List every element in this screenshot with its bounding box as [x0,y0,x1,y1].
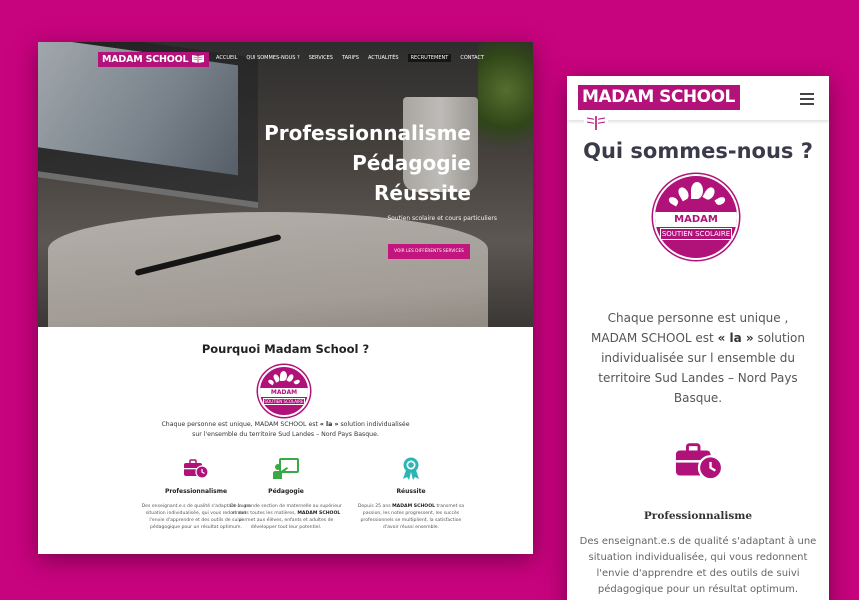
nav-item-actualites[interactable]: ACTUALITÉS [368,55,399,62]
site-logo[interactable]: MADAM SCHOOL [98,52,210,67]
badge-title: MADAM SCHOOL [655,212,737,240]
teacher-board-icon [273,458,299,479]
badge-subtitle: SOUTIEN SCOLAIRE [659,228,733,240]
nav-item-contact[interactable]: CONTACT [460,55,484,62]
site-logo-text: MADAM SCHOOL [102,54,189,65]
nav-item-qui-sommes-nous[interactable]: QUI SOMMES-NOUS ? [246,55,299,62]
badge-title: MADAM SCHOOL [260,388,308,405]
intro-text-bold: « la » [319,421,339,428]
mobile-intro-bold: « la » [717,331,754,345]
briefcase-clock-icon [675,443,724,481]
award-ribbon-icon [403,457,419,480]
section-title: Pourquoi Madam School ? [201,342,370,356]
hero-subtitle: Soutien scolaire et cours particuliers [387,215,497,222]
nav-item-accueil[interactable]: ACCUEIL [216,55,237,62]
feature-description-bold: MADAM SCHOOL [297,511,341,516]
intro-text-part2: solution individualisée [338,421,410,428]
briefcase-clock-icon [184,459,209,479]
hero-line-1: Professionnalisme [264,121,471,145]
feature-description: De la grande section de maternelle au su… [226,503,346,531]
feature-description-part2: permet aux élèves, enfants et adultes de… [238,518,334,530]
feature-reussite: Réussite Depuis 25 ans MADAM SCHOOL tran… [351,457,471,531]
main-nav: ACCUEIL QUI SOMMES-NOUS ? SERVICES TARIF… [216,54,493,62]
mobile-site-logo[interactable]: MADAM SCHOOL [578,85,740,130]
feature-description-bold: MADAM SCHOOL [392,504,436,509]
feature-description-part1: Depuis 25 ans [357,504,393,509]
intro-text-part1: Chaque personne est unique, MADAM SCHOOL… [161,421,320,428]
hamburger-menu-icon[interactable] [800,93,814,108]
nav-item-services[interactable]: SERVICES [309,55,333,62]
book-icon [584,114,608,130]
hero-headline: Professionnalisme Pédagogie Réussite [264,118,471,208]
book-icon [192,55,205,63]
intro-text-line2: sur l'ensemble du territoire Sud Landes … [192,431,379,438]
feature-pedagogie: Pédagogie De la grande section de matern… [226,458,346,531]
mobile-feature-description: Des enseignant.e.s de qualité s'adaptant… [579,536,817,595]
mobile-logo-text: MADAM SCHOOL [582,87,735,107]
badge-subtitle: SOUTIEN SCOLAIRE [262,398,306,405]
hero-line-3: Réussite [374,181,471,205]
madam-school-badge-logo: MADAM SCHOOL SOUTIEN SCOLAIRE [258,365,310,417]
feature-description: Depuis 25 ans MADAM SCHOOL transmet sa p… [351,503,471,531]
intro-text: Chaque personne est unique, MADAM SCHOOL… [38,420,533,440]
nav-item-tarifs[interactable]: TARIFS [342,55,359,62]
desktop-mockup: MADAM SCHOOL ACCUEIL QUI SOMMES-NOUS ? S… [38,42,533,554]
hero-line-2: Pédagogie [352,151,471,175]
hero-banner: MADAM SCHOOL ACCUEIL QUI SOMMES-NOUS ? S… [38,42,533,327]
services-button[interactable]: VOIR LES DIFFÉRENTS SERVICES [388,244,470,259]
mobile-intro-text: Chaque personne est unique , MADAM SCHOO… [587,308,809,408]
feature-title: Réussite [396,488,426,495]
mobile-page-title: Qui sommes-nous ? [583,139,813,163]
feature-title: Pédagogie [268,488,304,495]
madam-school-badge-logo: MADAM SCHOOL SOUTIEN SCOLAIRE [653,174,739,260]
mobile-header: MADAM SCHOOL [567,76,829,130]
mobile-mockup: MADAM SCHOOL Qui sommes-nous ? MADAM SCH… [567,76,829,600]
mobile-feature-title: Professionnalisme [643,510,753,522]
nav-item-recrutement[interactable]: RECRUTEMENT [407,54,452,62]
